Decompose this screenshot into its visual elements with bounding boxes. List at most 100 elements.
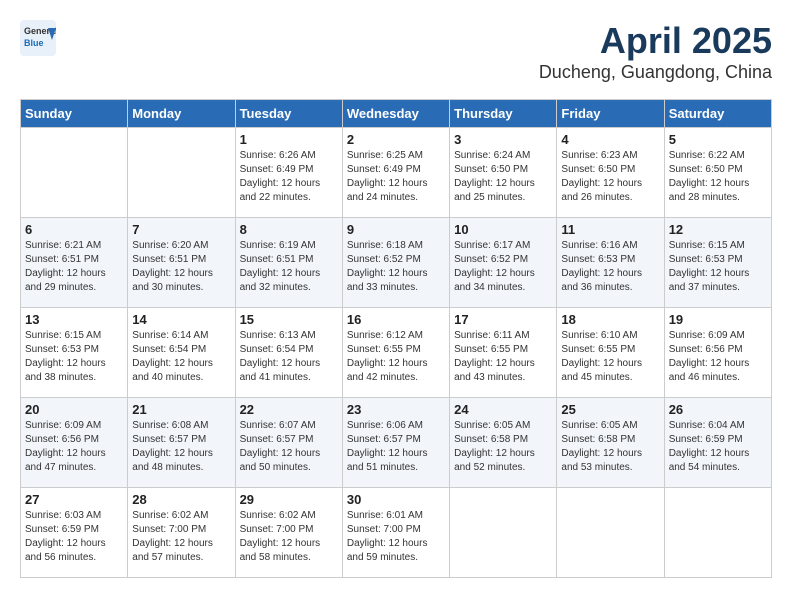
- calendar-cell: 2Sunrise: 6:25 AMSunset: 6:49 PMDaylight…: [342, 128, 449, 218]
- day-number: 16: [347, 312, 445, 327]
- day-number: 12: [669, 222, 767, 237]
- day-info: Sunrise: 6:03 AMSunset: 6:59 PMDaylight:…: [25, 509, 123, 565]
- day-info: Sunrise: 6:15 AMSunset: 6:53 PMDaylight:…: [669, 239, 767, 295]
- day-info: Sunrise: 6:19 AMSunset: 6:51 PMDaylight:…: [240, 239, 338, 295]
- day-info: Sunrise: 6:09 AMSunset: 6:56 PMDaylight:…: [669, 329, 767, 385]
- day-info: Sunrise: 6:14 AMSunset: 6:54 PMDaylight:…: [132, 329, 230, 385]
- col-header-sunday: Sunday: [21, 100, 128, 128]
- day-info: Sunrise: 6:23 AMSunset: 6:50 PMDaylight:…: [561, 149, 659, 205]
- col-header-monday: Monday: [128, 100, 235, 128]
- calendar-cell: 27 Sunrise: 6:03 AMSunset: 6:59 PMDayligh…: [21, 488, 128, 578]
- calendar-cell: [128, 128, 235, 218]
- day-number: 5: [669, 132, 767, 147]
- day-info: Sunrise: 6:11 AMSunset: 6:55 PMDaylight:…: [454, 329, 552, 385]
- day-info: Sunrise: 6:21 AMSunset: 6:51 PMDaylight:…: [25, 239, 123, 295]
- day-number: 14: [132, 312, 230, 327]
- calendar-cell: 4 Sunrise: 6:23 AMSunset: 6:50 PMDaylight…: [557, 128, 664, 218]
- day-info: Sunrise: 6:24 AMSunset: 6:50 PMDaylight:…: [454, 149, 552, 205]
- calendar-cell: [21, 128, 128, 218]
- day-info: Sunrise: 6:17 AMSunset: 6:52 PMDaylight:…: [454, 239, 552, 295]
- day-number: 6: [25, 222, 123, 237]
- day-number: 24: [454, 402, 552, 417]
- day-info: Sunrise: 6:16 AMSunset: 6:53 PMDaylight:…: [561, 239, 659, 295]
- header: General Blue April 2025 Ducheng, Guangdo…: [20, 20, 772, 83]
- svg-text:Blue: Blue: [24, 38, 44, 48]
- day-info: Sunrise: 6:26 AMSunset: 6:49 PMDaylight:…: [240, 149, 338, 205]
- day-info: Sunrise: 6:05 AMSunset: 6:58 PMDaylight:…: [454, 419, 552, 475]
- calendar-cell: 11Sunrise: 6:16 AMSunset: 6:53 PMDayligh…: [557, 218, 664, 308]
- calendar-cell: 9Sunrise: 6:18 AMSunset: 6:52 PMDaylight…: [342, 218, 449, 308]
- calendar-table: SundayMondayTuesdayWednesdayThursdayFrid…: [20, 99, 772, 578]
- calendar-cell: [557, 488, 664, 578]
- logo: General Blue: [20, 20, 56, 61]
- day-number: 29: [240, 492, 338, 507]
- week-row-5: 27 Sunrise: 6:03 AMSunset: 6:59 PMDayligh…: [21, 488, 772, 578]
- day-number: 4: [561, 132, 659, 147]
- title-area: April 2025 Ducheng, Guangdong, China: [539, 20, 772, 83]
- week-row-2: 6 Sunrise: 6:21 AMSunset: 6:51 PMDaylight…: [21, 218, 772, 308]
- day-number: 7: [132, 222, 230, 237]
- calendar-cell: 8Sunrise: 6:19 AMSunset: 6:51 PMDaylight…: [235, 218, 342, 308]
- day-info: Sunrise: 6:07 AMSunset: 6:57 PMDaylight:…: [240, 419, 338, 475]
- col-header-thursday: Thursday: [450, 100, 557, 128]
- calendar-cell: 20 Sunrise: 6:09 AMSunset: 6:56 PMDayligh…: [21, 398, 128, 488]
- day-info: Sunrise: 6:25 AMSunset: 6:49 PMDaylight:…: [347, 149, 445, 205]
- day-number: 22: [240, 402, 338, 417]
- day-info: Sunrise: 6:08 AMSunset: 6:57 PMDaylight:…: [132, 419, 230, 475]
- calendar-cell: 25 Sunrise: 6:05 AMSunset: 6:58 PMDayligh…: [557, 398, 664, 488]
- day-number: 28: [132, 492, 230, 507]
- calendar-cell: 13Sunrise: 6:15 AMSunset: 6:53 PMDayligh…: [21, 308, 128, 398]
- calendar-cell: 26Sunrise: 6:04 AMSunset: 6:59 PMDayligh…: [664, 398, 771, 488]
- calendar-cell: 21 Sunrise: 6:08 AMSunset: 6:57 PMDayligh…: [128, 398, 235, 488]
- col-header-tuesday: Tuesday: [235, 100, 342, 128]
- day-number: 30: [347, 492, 445, 507]
- day-info: Sunrise: 6:02 AMSunset: 7:00 PMDaylight:…: [240, 509, 338, 565]
- day-info: Sunrise: 6:20 AMSunset: 6:51 PMDaylight:…: [132, 239, 230, 295]
- week-row-3: 13Sunrise: 6:15 AMSunset: 6:53 PMDayligh…: [21, 308, 772, 398]
- day-number: 3: [454, 132, 552, 147]
- col-header-wednesday: Wednesday: [342, 100, 449, 128]
- day-number: 19: [669, 312, 767, 327]
- calendar-cell: 14 Sunrise: 6:14 AMSunset: 6:54 PMDayligh…: [128, 308, 235, 398]
- calendar-cell: 19 Sunrise: 6:09 AMSunset: 6:56 PMDayligh…: [664, 308, 771, 398]
- day-info: Sunrise: 6:05 AMSunset: 6:58 PMDaylight:…: [561, 419, 659, 475]
- calendar-cell: 30Sunrise: 6:01 AMSunset: 7:00 PMDayligh…: [342, 488, 449, 578]
- day-number: 27: [25, 492, 123, 507]
- month-title: April 2025: [539, 20, 772, 62]
- calendar-cell: 6 Sunrise: 6:21 AMSunset: 6:51 PMDaylight…: [21, 218, 128, 308]
- day-number: 17: [454, 312, 552, 327]
- day-info: Sunrise: 6:06 AMSunset: 6:57 PMDaylight:…: [347, 419, 445, 475]
- calendar-cell: 3 Sunrise: 6:24 AMSunset: 6:50 PMDaylight…: [450, 128, 557, 218]
- calendar-cell: 10Sunrise: 6:17 AMSunset: 6:52 PMDayligh…: [450, 218, 557, 308]
- day-info: Sunrise: 6:22 AMSunset: 6:50 PMDaylight:…: [669, 149, 767, 205]
- day-number: 25: [561, 402, 659, 417]
- day-number: 15: [240, 312, 338, 327]
- calendar-cell: 5 Sunrise: 6:22 AMSunset: 6:50 PMDaylight…: [664, 128, 771, 218]
- calendar-cell: [450, 488, 557, 578]
- day-info: Sunrise: 6:13 AMSunset: 6:54 PMDaylight:…: [240, 329, 338, 385]
- col-header-friday: Friday: [557, 100, 664, 128]
- calendar-cell: 7 Sunrise: 6:20 AMSunset: 6:51 PMDaylight…: [128, 218, 235, 308]
- calendar-cell: 18Sunrise: 6:10 AMSunset: 6:55 PMDayligh…: [557, 308, 664, 398]
- day-number: 21: [132, 402, 230, 417]
- calendar-cell: 12 Sunrise: 6:15 AMSunset: 6:53 PMDayligh…: [664, 218, 771, 308]
- calendar-cell: 17 Sunrise: 6:11 AMSunset: 6:55 PMDayligh…: [450, 308, 557, 398]
- day-info: Sunrise: 6:15 AMSunset: 6:53 PMDaylight:…: [25, 329, 123, 385]
- day-info: Sunrise: 6:02 AMSunset: 7:00 PMDaylight:…: [132, 509, 230, 565]
- logo-icon: General Blue: [20, 20, 56, 61]
- calendar-cell: 29 Sunrise: 6:02 AMSunset: 7:00 PMDayligh…: [235, 488, 342, 578]
- day-number: 9: [347, 222, 445, 237]
- calendar-cell: 22 Sunrise: 6:07 AMSunset: 6:57 PMDayligh…: [235, 398, 342, 488]
- calendar-cell: [664, 488, 771, 578]
- location-title: Ducheng, Guangdong, China: [539, 62, 772, 83]
- calendar-cell: 28 Sunrise: 6:02 AMSunset: 7:00 PMDayligh…: [128, 488, 235, 578]
- days-header-row: SundayMondayTuesdayWednesdayThursdayFrid…: [21, 100, 772, 128]
- day-number: 26: [669, 402, 767, 417]
- calendar-cell: 15 Sunrise: 6:13 AMSunset: 6:54 PMDayligh…: [235, 308, 342, 398]
- week-row-4: 20 Sunrise: 6:09 AMSunset: 6:56 PMDayligh…: [21, 398, 772, 488]
- day-number: 18: [561, 312, 659, 327]
- calendar-cell: 16Sunrise: 6:12 AMSunset: 6:55 PMDayligh…: [342, 308, 449, 398]
- calendar-cell: 24 Sunrise: 6:05 AMSunset: 6:58 PMDayligh…: [450, 398, 557, 488]
- day-info: Sunrise: 6:09 AMSunset: 6:56 PMDaylight:…: [25, 419, 123, 475]
- day-number: 20: [25, 402, 123, 417]
